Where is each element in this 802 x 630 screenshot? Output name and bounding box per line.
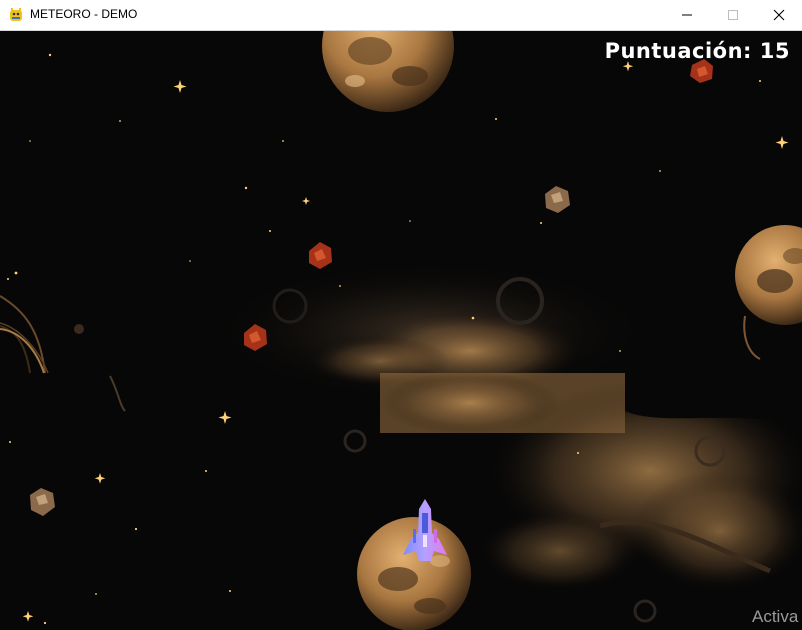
pygame-snake-icon — [10, 8, 22, 21]
window-titlebar[interactable]: METEORO - DEMO — [0, 0, 802, 31]
minimize-icon — [682, 14, 692, 16]
close-button[interactable] — [756, 0, 802, 30]
minimize-button[interactable] — [664, 0, 710, 30]
planet-top — [322, 31, 454, 112]
meteor — [74, 324, 84, 334]
close-icon — [773, 9, 785, 21]
maximize-icon — [728, 10, 738, 20]
meteor — [30, 488, 55, 516]
window-title: METEORO - DEMO — [30, 7, 138, 21]
meteor — [545, 186, 570, 213]
planet-right — [735, 225, 802, 360]
meteor — [309, 242, 332, 269]
maximize-button[interactable] — [710, 0, 756, 30]
score-display: Puntuación: 15 — [604, 39, 790, 63]
game-canvas[interactable]: Puntuación: 15 Activa — [0, 31, 802, 630]
player-ship[interactable] — [401, 499, 449, 565]
activate-windows-watermark: Activa — [752, 607, 799, 626]
